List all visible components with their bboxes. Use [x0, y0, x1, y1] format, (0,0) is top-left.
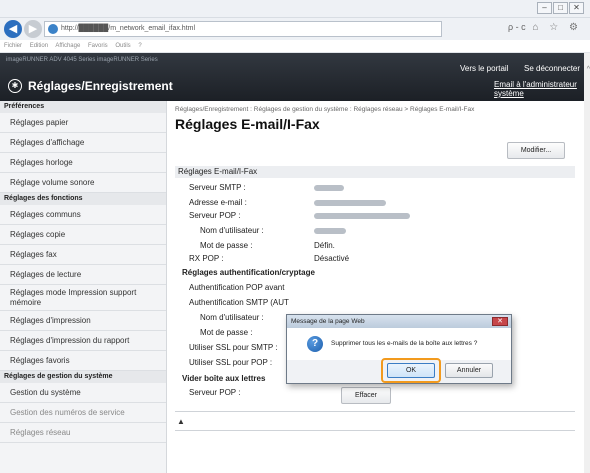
- browser-menubar: Fichier Edition Affichage Favoris Outils…: [0, 40, 590, 53]
- clear-button[interactable]: Effacer: [341, 387, 391, 404]
- dialog-close-button[interactable]: ✕: [492, 317, 508, 326]
- settings-logo-icon: ✱: [8, 79, 22, 93]
- sidebar-item-report[interactable]: Réglages d'impression du rapport: [0, 331, 166, 351]
- dialog-message: Supprimer tous les e-mails de la boîte a…: [331, 340, 478, 347]
- menu-file[interactable]: Fichier: [4, 43, 22, 49]
- smtp-auth-label: Authentification SMTP (AUT: [189, 298, 289, 307]
- sidebar-item-scan[interactable]: Réglages de lecture: [0, 265, 166, 285]
- sidebar-item-copy[interactable]: Réglages copie: [0, 225, 166, 245]
- breadcrumb: Réglages/Enregistrement : Réglages de ge…: [175, 106, 475, 113]
- menu-favorites[interactable]: Favoris: [88, 43, 108, 49]
- sidebar-item-common[interactable]: Réglages communs: [0, 205, 166, 225]
- admin-email-link[interactable]: Email à l'administrateur système: [494, 80, 590, 98]
- ok-button[interactable]: OK: [387, 363, 435, 378]
- pop-server-label: Serveur POP :: [189, 211, 241, 220]
- auth-password-label: Mot de passe :: [200, 328, 253, 337]
- pop-auth-label: Authentification POP avant: [189, 283, 285, 292]
- address-bar[interactable]: http://██████/m_network_email_ifax.html: [44, 21, 442, 37]
- back-button[interactable]: ◀: [4, 20, 22, 38]
- minimize-button[interactable]: –: [537, 2, 552, 14]
- auth-username-label: Nom d'utilisateur :: [200, 313, 264, 322]
- browser-tool-icons[interactable]: ⌂ ☆ ⚙: [532, 22, 582, 33]
- sidebar-section-system: Réglages de gestion du système: [0, 371, 166, 383]
- sidebar-item-print[interactable]: Réglages d'impression: [0, 311, 166, 331]
- clear-pop-server-label: Serveur POP :: [189, 388, 241, 397]
- browser-navbar: ◀ ▶ http://██████/m_network_email_ifax.h…: [0, 18, 590, 40]
- sidebar: Préférences Réglages papier Réglages d'a…: [0, 101, 167, 473]
- menu-view[interactable]: Affichage: [55, 43, 80, 49]
- sidebar-item-volume[interactable]: Réglage volume sonore: [0, 173, 166, 193]
- sidebar-item-favorites[interactable]: Réglages favoris: [0, 351, 166, 371]
- dialog-title: Message de la page Web: [291, 318, 365, 325]
- clear-mailbox-section-title: Vider boîte aux lettres: [182, 374, 266, 383]
- forward-button[interactable]: ▶: [24, 20, 42, 38]
- ssl-smtp-label: Utiliser SSL pour SMTP :: [189, 343, 278, 352]
- rx-pop-value: Désactivé: [314, 254, 350, 263]
- footer-divider: [175, 430, 575, 431]
- auth-section-title: Réglages authentification/cryptage: [182, 268, 315, 277]
- username-value: [314, 228, 346, 234]
- sidebar-section-preferences: Préférences: [0, 101, 166, 113]
- sidebar-item-system-management[interactable]: Gestion du système: [0, 383, 166, 403]
- sidebar-item-service-numbers[interactable]: Gestion des numéros de service: [0, 403, 166, 423]
- password-value: Défin.: [314, 241, 335, 250]
- smtp-server-value: [314, 185, 344, 191]
- sidebar-item-paper[interactable]: Réglages papier: [0, 113, 166, 133]
- page-title: Réglages E-mail/I-Fax: [175, 116, 320, 132]
- window-buttons: – □ ✕: [537, 2, 584, 14]
- sidebar-item-memory-print[interactable]: Réglages mode Impression support mémoire: [0, 285, 166, 311]
- menu-tools[interactable]: Outils: [115, 43, 130, 49]
- page-scrollbar[interactable]: [584, 53, 590, 473]
- address-tools[interactable]: ρ - c: [508, 22, 526, 32]
- sidebar-item-display[interactable]: Réglages d'affichage: [0, 133, 166, 153]
- modify-button[interactable]: Modifier...: [507, 142, 565, 159]
- device-info: imageRUNNER ADV 4045 Series imageRUNNER …: [6, 57, 158, 63]
- url-text: http://██████/m_network_email_ifax.html: [61, 25, 196, 32]
- smtp-server-label: Serveur SMTP :: [189, 183, 246, 192]
- question-icon: ?: [307, 336, 323, 352]
- window-titlebar: – □ ✕: [0, 0, 590, 18]
- rx-pop-label: RX POP :: [189, 254, 224, 263]
- maximize-button[interactable]: □: [553, 2, 568, 14]
- sidebar-item-clock[interactable]: Réglages horloge: [0, 153, 166, 173]
- sidebar-item-fax[interactable]: Réglages fax: [0, 245, 166, 265]
- section-title: Réglages E-mail/I-Fax: [175, 166, 575, 178]
- back-to-top-icon[interactable]: ▲: [177, 417, 185, 426]
- email-address-label: Adresse e-mail :: [189, 198, 247, 207]
- cancel-button[interactable]: Annuler: [445, 363, 493, 378]
- sidebar-item-network[interactable]: Réglages réseau: [0, 423, 166, 443]
- portal-link[interactable]: Vers le portail: [460, 64, 508, 73]
- app-header: imageRUNNER ADV 4045 Series imageRUNNER …: [0, 53, 590, 101]
- logout-link[interactable]: Se déconnecter: [524, 64, 580, 73]
- username-label: Nom d'utilisateur :: [200, 226, 264, 235]
- close-window-button[interactable]: ✕: [569, 2, 584, 14]
- email-address-value: [314, 200, 386, 206]
- confirm-dialog: Message de la page Web ✕ ? Supprimer tou…: [286, 314, 512, 384]
- page-favicon-icon: [48, 24, 58, 34]
- pop-server-value: [314, 213, 410, 219]
- ssl-pop-label: Utiliser SSL pour POP :: [189, 358, 273, 367]
- dialog-body: ? Supprimer tous les e-mails de la boîte…: [287, 328, 511, 360]
- menu-edit[interactable]: Edition: [30, 43, 48, 49]
- menu-help[interactable]: ?: [138, 43, 141, 49]
- content-divider: [175, 411, 575, 412]
- app-title: Réglages/Enregistrement: [28, 79, 173, 93]
- password-label: Mot de passe :: [200, 241, 253, 250]
- dialog-titlebar[interactable]: Message de la page Web ✕: [287, 315, 511, 328]
- sidebar-section-functions: Réglages des fonctions: [0, 193, 166, 205]
